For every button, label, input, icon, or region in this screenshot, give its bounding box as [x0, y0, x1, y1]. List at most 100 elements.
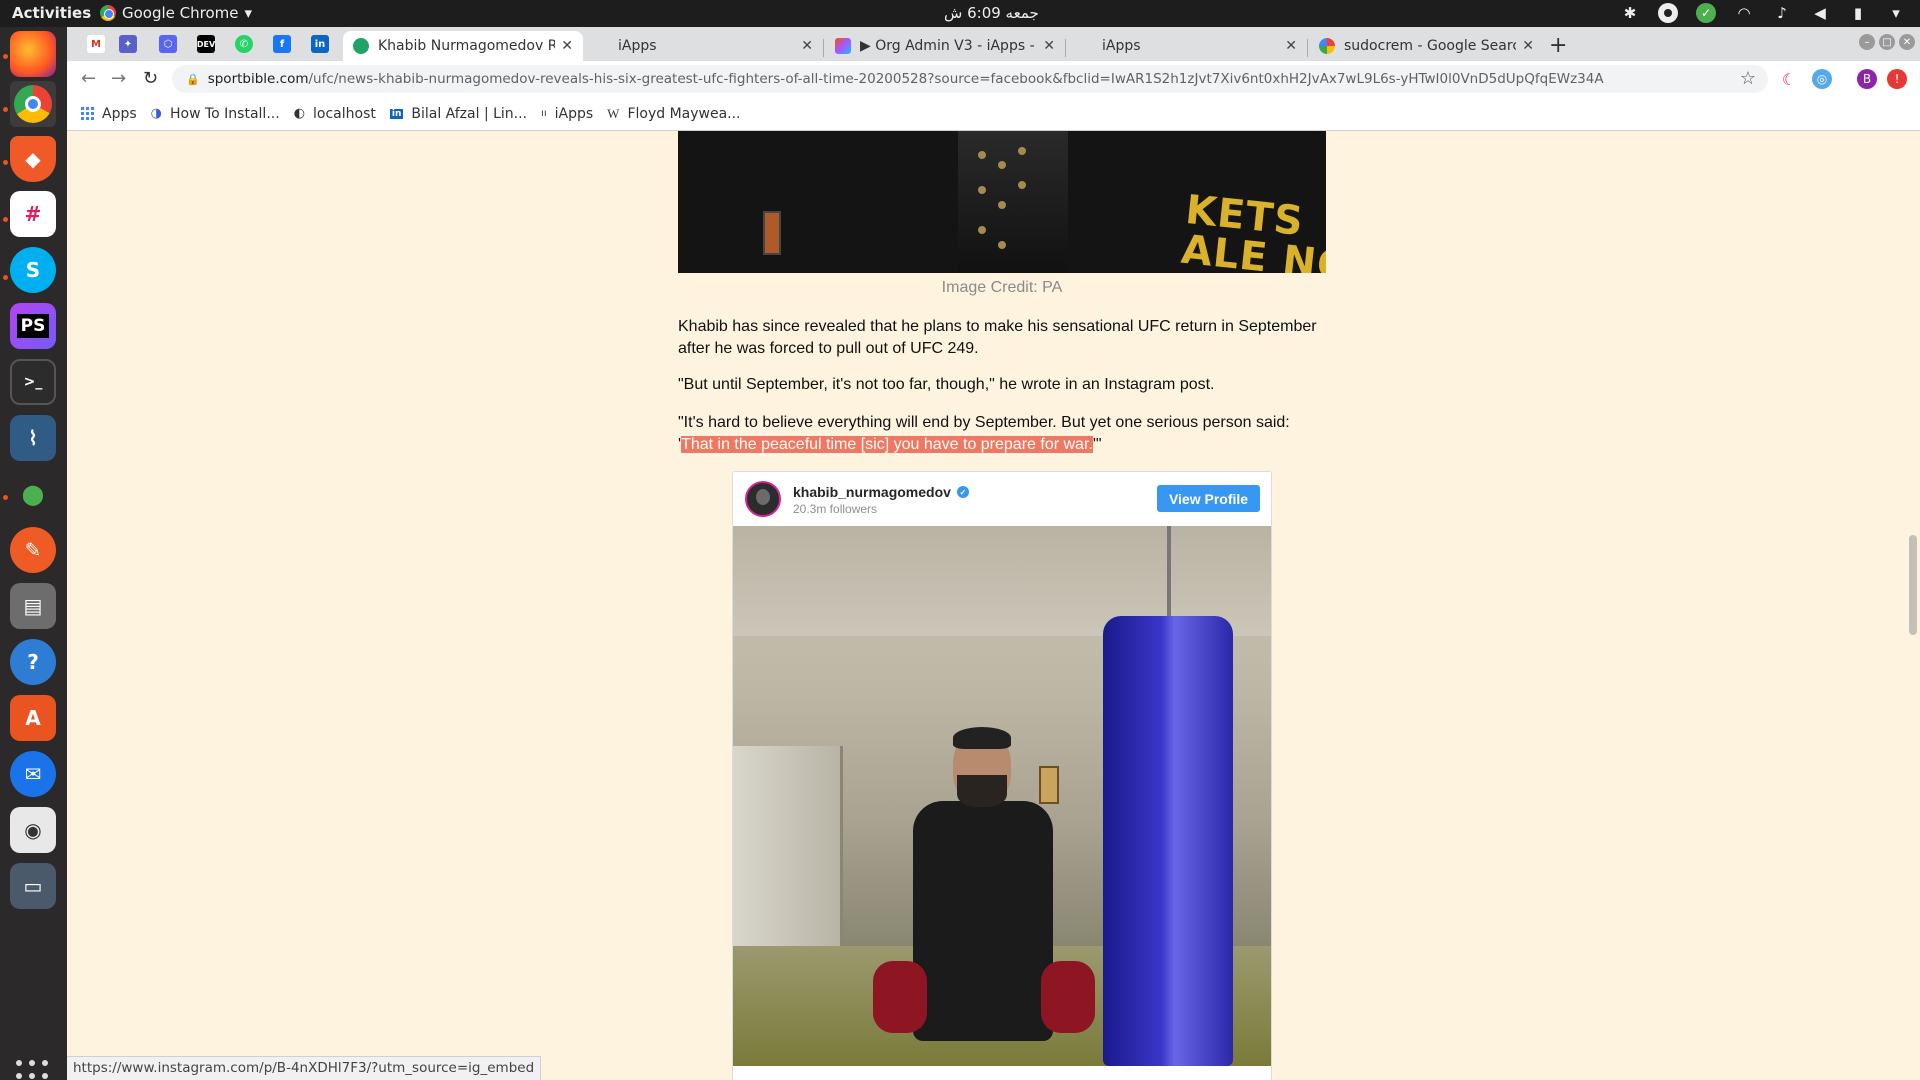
close-icon[interactable]: ✕	[801, 38, 813, 54]
slack-icon[interactable]: #	[10, 191, 56, 237]
instagram-username[interactable]: khabib_nurmagomedov ✓	[793, 484, 969, 500]
instagram-header: khabib_nurmagomedov ✓ 20.3m followers Vi…	[733, 472, 1271, 526]
linkedin-icon: in	[389, 108, 404, 119]
tab-iapps[interactable]: iApps ✕	[583, 31, 823, 61]
rhythmbox-icon[interactable]: ◉	[10, 807, 56, 853]
facebook-pinned-tab[interactable]: f	[273, 35, 291, 53]
bookmark-star-icon[interactable]: ☆	[1740, 68, 1756, 89]
instagram-embed[interactable]: khabib_nurmagomedov ✓ 20.3m followers Vi…	[732, 471, 1272, 1080]
link-status-bubble: https://www.instagram.com/p/B-4nXDHl7F3/…	[67, 1056, 542, 1080]
system-tray[interactable]: ✱ ✓ ◠ ♪ ◀ ▮ ▾	[1620, 3, 1906, 23]
close-icon[interactable]: ✕	[561, 38, 573, 54]
bookmark-iapps[interactable]: ıı iApps	[541, 106, 593, 122]
extension-icon[interactable]: ◎	[1812, 69, 1832, 89]
extension-pinned-tab[interactable]: ⬡	[159, 35, 177, 53]
clock[interactable]: جمعه 6:09 ش	[944, 4, 1039, 22]
avatar[interactable]	[745, 481, 781, 517]
whatsapp-pinned-tab[interactable]: ✆	[235, 35, 253, 53]
terminal-icon[interactable]: >_	[10, 359, 56, 405]
ufc-badge	[763, 211, 781, 255]
status-circle-icon[interactable]	[1658, 3, 1678, 23]
bookmark-label: localhost	[313, 105, 376, 122]
bookmark-floyd[interactable]: W Floyd Maywea...	[607, 106, 740, 122]
tab-divider	[823, 39, 824, 57]
chrome-icon	[100, 5, 116, 21]
battery-icon[interactable]: ▮	[1848, 3, 1868, 23]
close-icon[interactable]: ✕	[1285, 38, 1297, 54]
highlighted-quote: That in the peaceful time [sic] you have…	[681, 436, 1093, 453]
minimize-icon[interactable]: –	[1859, 34, 1875, 50]
reload-button[interactable]: ↻	[143, 68, 158, 89]
blank-favicon-icon	[1077, 38, 1093, 54]
scrollbar-thumb[interactable]	[1909, 535, 1917, 635]
tab-iapps-2[interactable]: iApps ✕	[1067, 31, 1307, 61]
google-favicon-icon	[1319, 38, 1335, 54]
linkedin-pinned-tab[interactable]: in	[311, 35, 329, 53]
profile-avatar[interactable]: B	[1857, 69, 1877, 89]
article-hero-image: KETS ALE NOW	[678, 131, 1326, 273]
new-tab-button[interactable]: +	[1549, 33, 1567, 58]
address-bar[interactable]: 🔒 sportbible.com /ufc/news-khabib-nurmag…	[172, 65, 1768, 93]
bookmark-how-to-install[interactable]: ◑ How To Install...	[151, 106, 280, 122]
check-icon[interactable]: ✓	[1696, 3, 1716, 23]
skype-icon[interactable]: S	[10, 247, 56, 293]
volume-icon[interactable]: ◀	[1810, 3, 1830, 23]
apps-grid-icon	[81, 107, 94, 120]
tab-khabib[interactable]: Khabib Nurmagomedov R ✕	[343, 31, 583, 61]
running-indicator	[3, 495, 8, 500]
bookmark-apps[interactable]: Apps	[81, 106, 137, 122]
running-indicator	[3, 160, 8, 165]
figma-favicon-icon	[835, 38, 851, 54]
bookmark-localhost[interactable]: ◐ localhost	[294, 106, 376, 122]
activities-button[interactable]: Activities	[12, 4, 91, 22]
blank-favicon-icon	[593, 38, 609, 54]
dock: ◆ # S PS >_ ⌇ ⬤ ✎ ▤ ? A ✉ ◉ ▭	[0, 27, 67, 1080]
software-center-icon[interactable]: A	[10, 695, 56, 741]
dark-mode-extension-icon[interactable]: ☾	[1779, 69, 1799, 89]
mysql-workbench-icon[interactable]: ⌇	[10, 415, 56, 461]
firefox-icon[interactable]	[10, 31, 56, 77]
dev-pinned-tab[interactable]: DEV	[197, 35, 215, 53]
bag-chain	[1167, 526, 1171, 616]
browser-toolbar: ← → ↻ 🔒 sportbible.com /ufc/news-khabib-…	[67, 61, 1920, 97]
maximize-icon[interactable]: □	[1879, 34, 1895, 50]
thunderbird-icon[interactable]: ✉	[10, 751, 56, 797]
forward-button[interactable]: →	[111, 68, 126, 89]
screen-icon[interactable]: ▭	[10, 863, 56, 909]
view-profile-button[interactable]: View Profile	[1157, 485, 1260, 512]
brave-icon[interactable]: ◆	[10, 136, 56, 182]
files-icon[interactable]: ▤	[10, 583, 56, 629]
instagram-photo[interactable]	[733, 526, 1271, 1066]
power-menu-icon[interactable]: ▾	[1886, 3, 1906, 23]
url-path: /ufc/news-khabib-nurmagomedov-reveals-hi…	[308, 71, 1604, 87]
punching-bag	[1103, 616, 1233, 1066]
extension-pinned-tab[interactable]: ✦	[119, 35, 137, 53]
gmail-pinned-tab[interactable]: M	[87, 35, 105, 53]
postman-icon[interactable]: ✎	[10, 527, 56, 573]
wifi-icon[interactable]: ◠	[1734, 3, 1754, 23]
tab-google-search[interactable]: sudocrem - Google Search ✕	[1309, 31, 1544, 61]
back-button[interactable]: ←	[81, 68, 96, 89]
tab-title: iApps	[1102, 38, 1141, 54]
update-alert-icon[interactable]: !	[1887, 69, 1907, 89]
app-menu[interactable]: Google Chrome ▾	[100, 4, 252, 22]
bookmark-label: How To Install...	[170, 105, 280, 122]
page-viewport: KETS ALE NOW Image Credit: PA Khabib has…	[67, 131, 1920, 1080]
chrome-dock-icon[interactable]	[10, 81, 56, 127]
bell-icon[interactable]: ♪	[1772, 3, 1792, 23]
close-icon[interactable]: ✕	[1522, 38, 1534, 54]
phpstorm-icon[interactable]: PS	[10, 303, 56, 349]
show-applications-icon[interactable]	[16, 1060, 50, 1080]
help-icon[interactable]: ?	[10, 639, 56, 685]
bookmark-linkedin[interactable]: in Bilal Afzal | Lin...	[389, 106, 527, 122]
page-scrollbar[interactable]	[1905, 131, 1920, 1080]
tab-title: sudocrem - Google Search	[1344, 38, 1517, 54]
globe-icon: ◐	[293, 106, 306, 121]
network-icon[interactable]: ✱	[1620, 3, 1640, 23]
robo3t-icon[interactable]: ⬤	[10, 471, 56, 517]
bookmark-label: iApps	[554, 105, 594, 122]
close-icon[interactable]: ✕	[1043, 38, 1055, 54]
tab-org-admin[interactable]: ▶ Org Admin V3 - iApps - ✕	[825, 31, 1065, 61]
lock-icon[interactable]: 🔒	[186, 73, 200, 86]
close-window-icon[interactable]: ✕	[1899, 34, 1915, 50]
